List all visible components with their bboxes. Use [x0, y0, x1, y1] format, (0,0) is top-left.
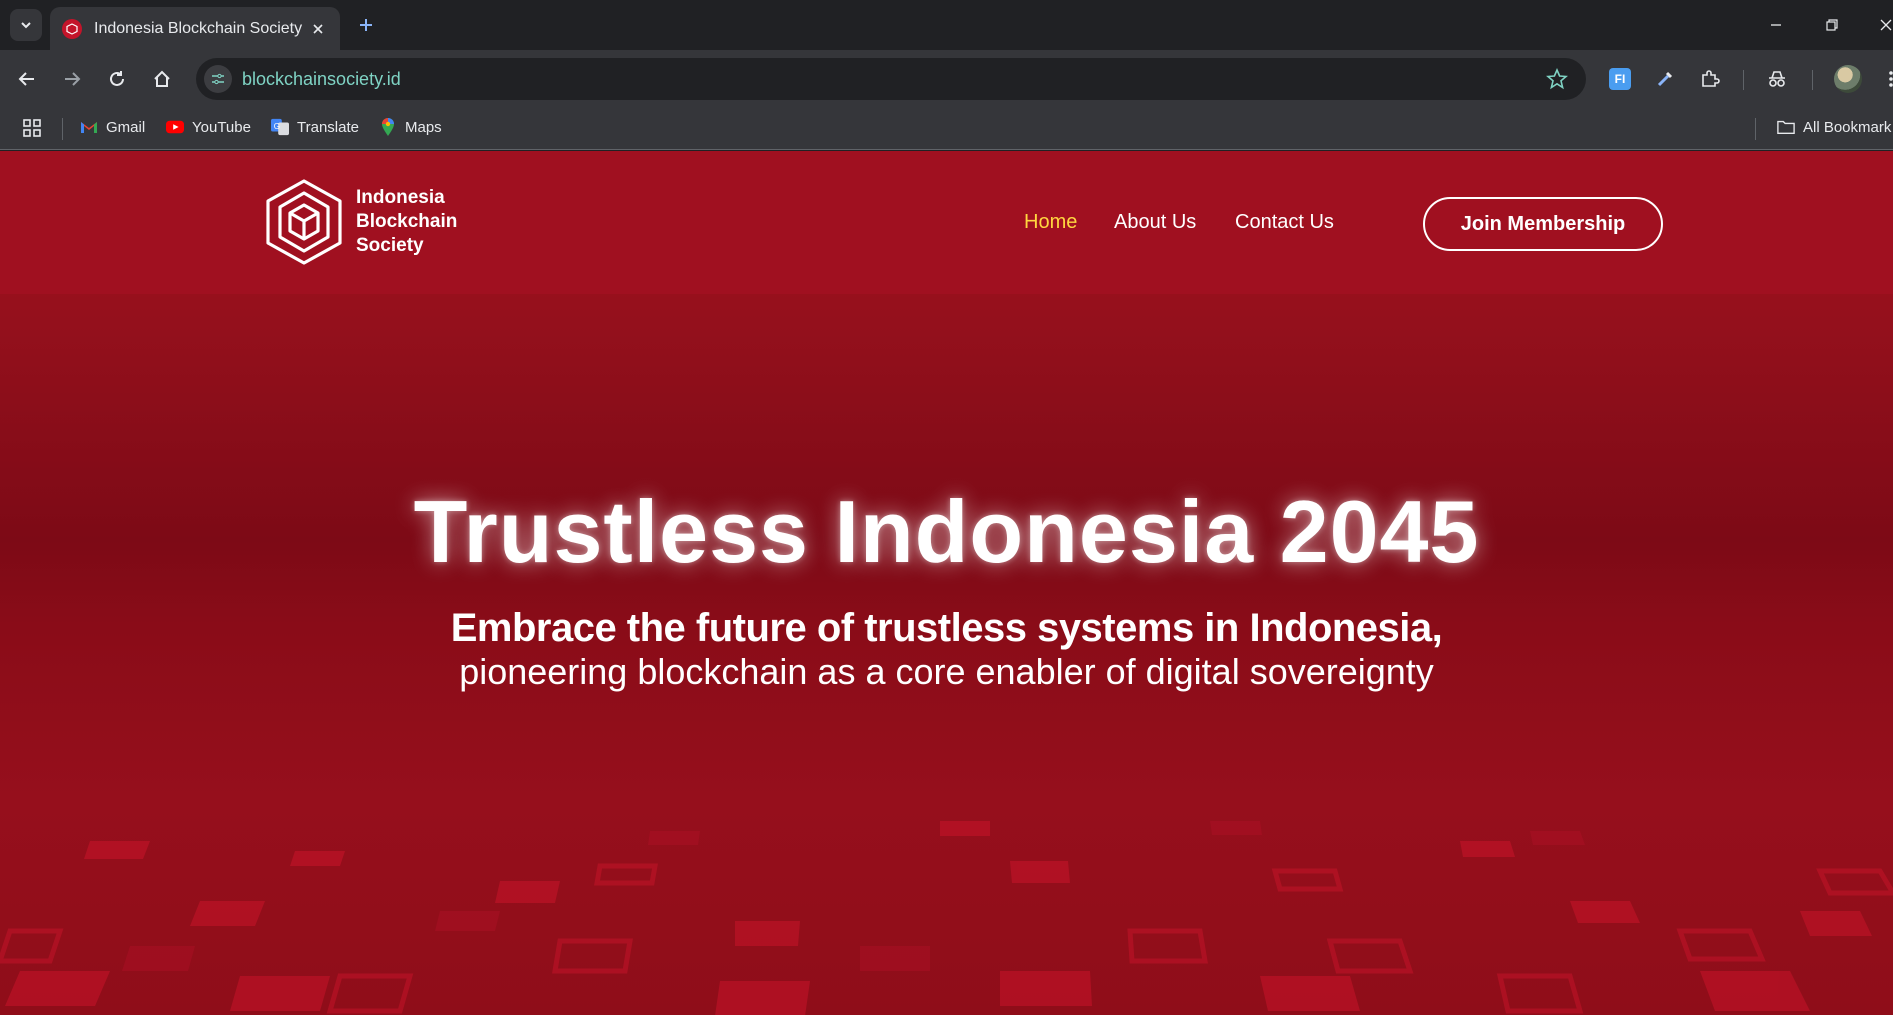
address-bar[interactable]: blockchainsociety.id: [196, 58, 1586, 100]
chevron-down-icon: [21, 22, 31, 29]
minimize-button[interactable]: [1762, 12, 1790, 38]
digital-grid-background: [0, 821, 1893, 1015]
plus-icon: [360, 19, 372, 31]
arrow-right-icon: [65, 72, 81, 86]
url-text: blockchainsociety.id: [242, 69, 401, 89]
maps-icon: [379, 118, 397, 136]
webpage: Indonesia Blockchain Society Home About …: [0, 151, 1893, 1015]
hero-title: Trustless Indonesia 2045: [413, 482, 1480, 581]
youtube-icon: [166, 118, 184, 136]
site-favicon-icon: [62, 18, 82, 39]
bookmark-label: YouTube: [192, 118, 251, 136]
forward-button[interactable]: [57, 64, 87, 94]
logo-wordmark: Indonesia Blockchain Society: [356, 186, 457, 258]
nav-contact-us[interactable]: Contact Us: [1235, 211, 1334, 234]
tab-search-button[interactable]: [10, 9, 42, 41]
home-button[interactable]: [147, 64, 177, 94]
nav-home[interactable]: Home: [1024, 211, 1077, 234]
back-button[interactable]: [12, 64, 42, 94]
bookmark-label: Translate: [297, 118, 359, 136]
nav-about-us[interactable]: About Us: [1114, 211, 1196, 234]
close-window-button[interactable]: [1872, 12, 1893, 38]
site-info-icon[interactable]: [204, 65, 232, 93]
incognito-icon[interactable]: [1762, 64, 1792, 94]
browser-tab-bar: Indonesia Blockchain Society: [0, 0, 1893, 50]
hero-subtitle-line-2: pioneering blockchain as a core enabler …: [459, 651, 1434, 692]
reload-button[interactable]: [102, 64, 132, 94]
bookmark-star-icon[interactable]: [1546, 67, 1568, 90]
home-icon: [154, 70, 170, 87]
translate-icon: G: [271, 118, 289, 136]
tab-close-icon[interactable]: [308, 19, 328, 39]
bookmark-label: Maps: [405, 118, 442, 136]
logo-line-1: Indonesia: [356, 187, 445, 208]
reload-icon: [110, 71, 124, 86]
browser-toolbar: blockchainsociety.id FI: [0, 50, 1893, 108]
more-menu-icon[interactable]: [1876, 64, 1893, 94]
blockchain-hexagon-logo-icon: [266, 179, 342, 265]
site-header: Indonesia Blockchain Society Home About …: [0, 151, 1893, 294]
toolbar-divider: [1812, 70, 1813, 90]
site-logo[interactable]: Indonesia Blockchain Society: [262, 177, 457, 267]
restore-button[interactable]: [1818, 12, 1846, 38]
tab-title: Indonesia Blockchain Society: [94, 19, 303, 37]
toolbar-divider: [1743, 70, 1744, 90]
extension-fi-icon[interactable]: FI: [1605, 64, 1635, 94]
browser-tab-active[interactable]: Indonesia Blockchain Society: [50, 7, 340, 50]
extensions-puzzle-icon[interactable]: [1695, 64, 1725, 94]
new-tab-button[interactable]: [354, 13, 378, 37]
bookmarks-bar: Gmail YouTube G Translate Maps All Bookm…: [0, 108, 1893, 150]
arrow-left-icon: [18, 72, 34, 86]
bookmark-translate[interactable]: G Translate: [271, 118, 359, 136]
logo-line-2: Blockchain: [356, 211, 458, 232]
bookmark-maps[interactable]: Maps: [379, 118, 442, 136]
apps-grid-icon[interactable]: [22, 118, 42, 138]
all-bookmarks-label: All Bookmark: [1803, 118, 1892, 136]
eyedropper-icon[interactable]: [1650, 64, 1680, 94]
profile-avatar[interactable]: [1834, 65, 1862, 93]
join-membership-button[interactable]: Join Membership: [1423, 197, 1663, 251]
folder-icon: [1777, 118, 1795, 136]
bookmark-label: Gmail: [106, 118, 146, 136]
gmail-icon: [80, 118, 98, 136]
bookmark-gmail[interactable]: Gmail: [80, 118, 145, 136]
svg-text:G: G: [274, 122, 280, 131]
bookmark-youtube[interactable]: YouTube: [166, 118, 251, 136]
bookmark-divider: [62, 118, 63, 140]
hero-subtitle-line-1: Embrace the future of trustless systems …: [450, 606, 1443, 650]
logo-line-3: Society: [356, 235, 424, 256]
all-bookmarks-button[interactable]: All Bookmark: [1777, 118, 1891, 136]
bookmark-divider: [1755, 118, 1756, 140]
